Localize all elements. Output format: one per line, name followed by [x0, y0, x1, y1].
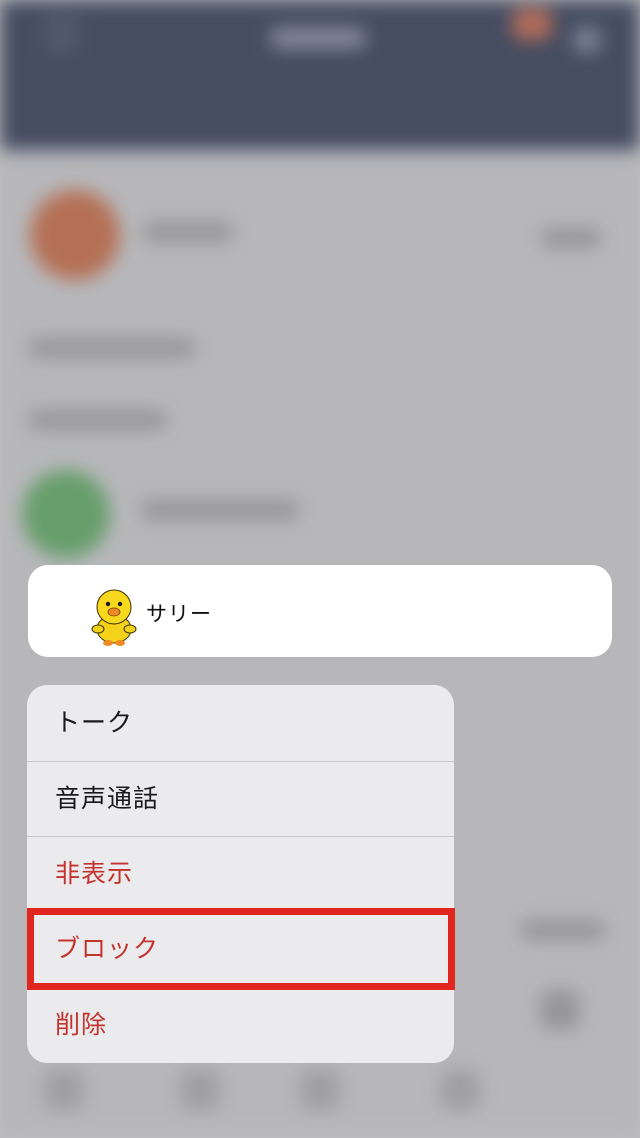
menu-item-hide[interactable]: 非表示	[27, 836, 454, 912]
contact-action-menu: トーク 音声通話 非表示 ブロック 削除	[27, 685, 454, 1063]
menu-item-voice-call[interactable]: 音声通話	[27, 761, 454, 837]
sally-chick-icon	[91, 589, 137, 646]
menu-item-talk[interactable]: トーク	[27, 685, 454, 761]
contact-preview-card[interactable]	[28, 565, 612, 657]
contact-name: サリー	[146, 602, 212, 626]
block-highlight-box	[27, 908, 455, 990]
menu-item-delete[interactable]: 削除	[27, 987, 454, 1063]
